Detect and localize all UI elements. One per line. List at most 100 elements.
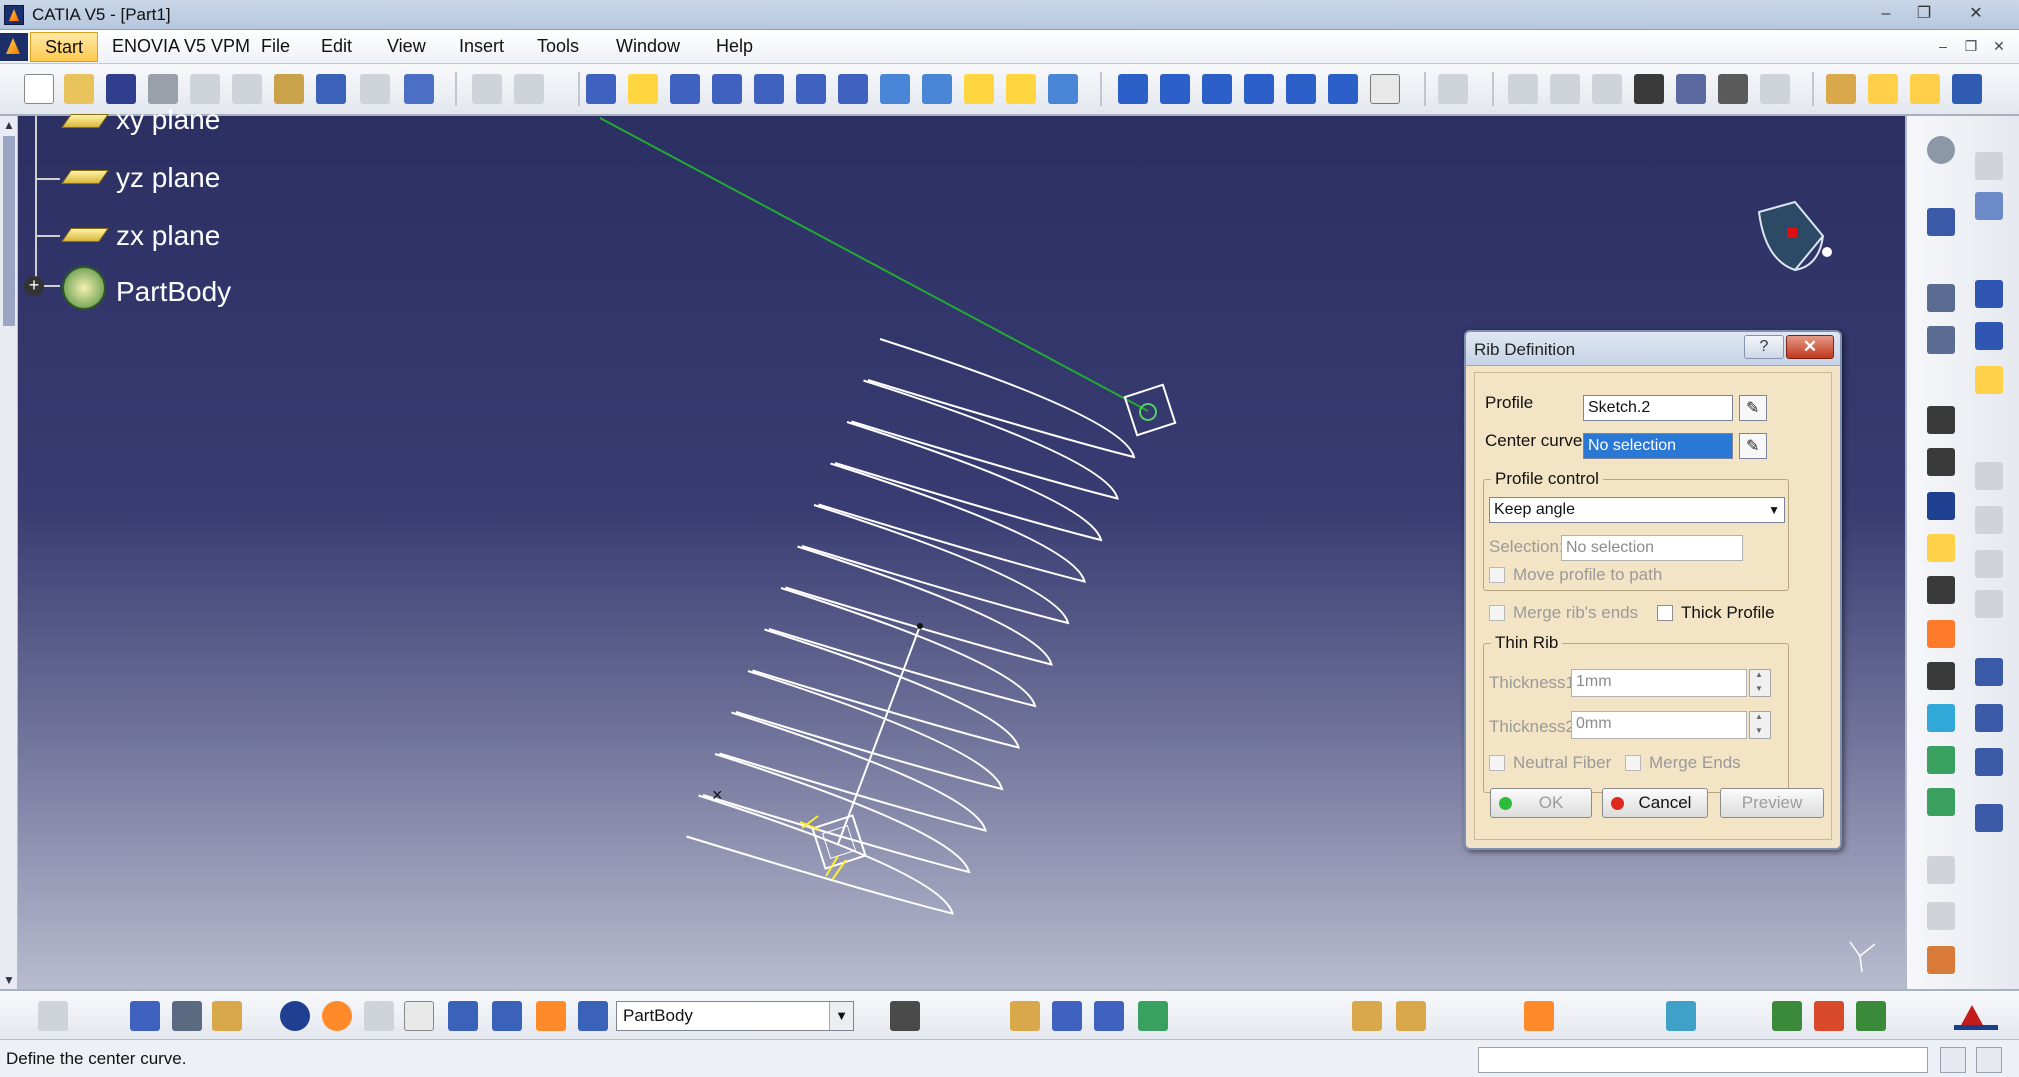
snapshot-icon[interactable] [172,1001,202,1031]
fly-mode-icon[interactable] [586,74,616,104]
knowledge-icon[interactable] [1592,74,1622,104]
print-icon[interactable] [148,74,178,104]
draft-icon[interactable] [1975,550,2003,578]
minimize-button[interactable]: ‒ [1872,2,1900,26]
environment-icon[interactable] [1052,1001,1082,1031]
multi-section-icon[interactable] [1927,704,1955,732]
pan-icon[interactable] [670,74,700,104]
chevron-down-icon[interactable]: ▼ [829,1002,853,1030]
neutral-fiber-checkbox[interactable] [1489,755,1505,771]
menu-file[interactable]: File [261,36,290,57]
chevron-down-icon[interactable]: ▼ [1768,498,1780,522]
menu-help[interactable]: Help [716,36,753,57]
copy-icon[interactable] [232,74,262,104]
compass-handle[interactable] [1822,247,1832,257]
thick-profile-checkbox[interactable] [1657,605,1673,621]
mirror-icon[interactable] [1975,704,2003,732]
zoom-in-icon[interactable] [754,74,784,104]
slot-icon[interactable] [1927,662,1955,690]
frame-icon[interactable] [1975,192,2003,220]
helix-coil[interactable] [686,794,954,915]
pad-tool-icon[interactable] [1927,406,1955,434]
edit-center-curve-icon[interactable] [1739,433,1767,459]
command-button[interactable] [1940,1047,1966,1073]
move-profile-checkbox[interactable] [1489,567,1505,583]
annotation-icon[interactable] [1927,856,1955,884]
formula-icon[interactable] [1508,74,1538,104]
open-icon[interactable] [64,74,94,104]
shaft-icon[interactable] [1927,492,1955,520]
stiffener-icon[interactable] [1927,788,1955,816]
help-button[interactable]: ? [1744,335,1784,359]
preview-button[interactable]: Preview [1720,788,1824,818]
section-icon[interactable] [1666,1001,1696,1031]
thickness2-field[interactable]: 0mm [1571,711,1747,739]
select-arrow-icon[interactable] [1927,208,1955,236]
play-icon[interactable] [1856,1001,1886,1031]
apply-dimension-icon[interactable] [1927,946,1955,974]
normal-view-icon[interactable] [838,74,868,104]
repeat-icon[interactable] [472,74,502,104]
menu-view[interactable]: View [387,36,426,57]
command-input[interactable] [1478,1047,1928,1073]
new-icon[interactable] [24,74,54,104]
menu-tools[interactable]: Tools [537,36,579,57]
menu-start[interactable]: Start [30,32,99,62]
tree-item-partbody[interactable]: PartBody [116,276,231,308]
surface-icon[interactable] [1952,74,1982,104]
plane-tool-icon[interactable] [1975,366,2003,394]
geometrical-set-icon[interactable] [536,1001,566,1031]
command-history-button[interactable] [1976,1047,2002,1073]
dialog-titlebar[interactable]: Rib Definition ? ✕ [1466,332,1840,366]
rotate-icon[interactable] [712,74,742,104]
redo-icon[interactable] [360,74,390,104]
remove-multi-section-icon[interactable] [1927,746,1955,774]
mdi-close-button[interactable]: ✕ [1988,36,2010,56]
scaling-icon[interactable] [1975,804,2003,832]
point-icon[interactable] [1975,280,2003,308]
measure-icon[interactable] [130,1001,160,1031]
tree-item-zx-plane[interactable]: zx plane [116,220,220,252]
query-icon[interactable] [1370,74,1400,104]
menu-enovia[interactable]: ENOVIA V5 VPM [112,36,250,57]
iso-view-icon[interactable] [922,74,952,104]
ok-button[interactable]: OK [1490,788,1592,818]
menu-edit[interactable]: Edit [321,36,352,57]
profile-sketch[interactable] [1123,383,1177,437]
comment-icon[interactable] [1550,74,1580,104]
restore-button[interactable]: ❐ [1910,2,1938,26]
define-object-icon[interactable] [578,1001,608,1031]
close-button[interactable]: ✕ [1962,2,1990,26]
rule-icon[interactable] [1676,74,1706,104]
pad-icon[interactable] [1868,74,1898,104]
tree-item-yz-plane[interactable]: yz plane [116,162,220,194]
line-icon[interactable] [1975,322,2003,350]
selection-field[interactable]: No selection [1561,535,1743,561]
menu-insert[interactable]: Insert [459,36,504,57]
translate-icon[interactable] [1975,658,2003,686]
catalog-icon[interactable] [1286,74,1316,104]
shading-icon[interactable] [964,74,994,104]
expand-icon[interactable]: + [24,276,44,296]
profile-field[interactable]: Sketch.2 [1583,395,1733,421]
hide-show-icon[interactable] [1006,74,1036,104]
gear-icon[interactable] [1927,136,1955,164]
reference-icon[interactable] [1975,152,2003,180]
boolean-icon[interactable] [448,1001,478,1031]
dialog-close-button[interactable]: ✕ [1786,335,1834,359]
fit-all-icon[interactable] [628,74,658,104]
edit-profile-icon[interactable] [1739,395,1767,421]
shell-icon[interactable] [1975,590,2003,618]
scroll-thumb[interactable] [3,136,15,326]
pocket-tool-icon[interactable] [1927,448,1955,476]
layer-icon[interactable] [1396,1001,1426,1031]
sketch-icon[interactable] [1927,284,1955,312]
multi-view-icon[interactable] [880,74,910,104]
scroll-up-icon[interactable]: ▲ [3,118,15,132]
measure-inertia-icon[interactable] [1202,74,1232,104]
profile-control-select[interactable]: Keep angle ▼ [1489,497,1785,523]
mdi-restore-button[interactable]: ❐ [1960,36,1982,56]
merge-ribs-ends-checkbox[interactable] [1489,605,1505,621]
sketcher-icon[interactable] [1438,74,1468,104]
mdi-minimize-button[interactable]: ‒ [1932,36,1954,56]
